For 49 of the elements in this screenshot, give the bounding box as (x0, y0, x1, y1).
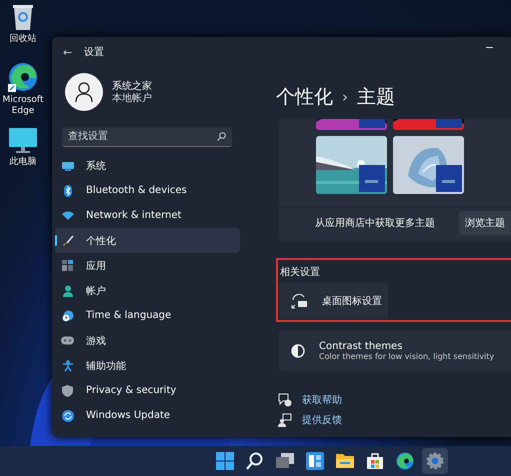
desktop-icon-label: 回收站 (10, 34, 36, 45)
nav-item[interactable]: 个性化 (55, 228, 240, 253)
desktop-icon-label: Microsoft Edge (2, 95, 44, 117)
page-title: 主题 (357, 85, 395, 110)
nav-item[interactable]: 游戏 (55, 328, 240, 353)
nav-icon (61, 360, 74, 372)
nav-item[interactable]: Windows Update (55, 403, 240, 428)
nav-icon (61, 284, 74, 296)
nav-item[interactable]: 帐户 (55, 278, 240, 303)
nav-icon (61, 260, 74, 272)
user-name: 系统之家 (112, 80, 152, 92)
window-title: 设置 (84, 46, 104, 59)
nav-item[interactable]: Bluetooth & devices (55, 178, 240, 203)
search-field[interactable]: 查找设置 (62, 127, 232, 147)
desktop-icon-settings-item[interactable]: 桌面图标设置 (279, 283, 388, 319)
nav-icon (61, 384, 74, 396)
gear-icon[interactable] (422, 448, 448, 474)
feedback-icon (278, 413, 292, 427)
back-button[interactable]: ← (63, 46, 72, 58)
browser-icon[interactable] (8, 62, 38, 92)
nav-item[interactable]: Privacy & security (55, 378, 240, 403)
breadcrumb-parent[interactable]: 个性化 (276, 84, 333, 110)
avatar-icon (65, 73, 103, 111)
search-icon (217, 132, 226, 141)
nav-icon (61, 160, 74, 170)
browse-themes-button[interactable]: 浏览主题 (459, 211, 511, 235)
contrast-icon (291, 344, 305, 358)
nav-icon (61, 310, 74, 322)
account-type: 本地帐户 (112, 92, 152, 104)
nav-item[interactable]: Network & internet (55, 203, 240, 228)
section-heading: 相关设置 (280, 266, 321, 277)
nav-icon (61, 234, 74, 246)
nav-icon (61, 184, 74, 196)
nav-icon (61, 210, 74, 220)
computer-icon[interactable] (9, 128, 37, 154)
desktop-icons-icon (291, 294, 308, 308)
link[interactable]: 获取帮助 (302, 393, 342, 407)
store-themes-text: 从应用商店中获取更多主题 (315, 216, 436, 230)
nav-item[interactable]: Time & language (55, 303, 240, 328)
nav-item[interactable]: 应用 (55, 253, 240, 278)
nav-item[interactable]: 辅助功能 (55, 353, 240, 378)
contrast-themes-item[interactable]: Contrast themes Color themes for low vision, light sensitivity (279, 330, 511, 371)
nav-icon (61, 336, 74, 345)
breadcrumb-separator: › (342, 88, 348, 106)
nav-icon (61, 410, 74, 422)
nav-item[interactable]: 系统 (55, 153, 240, 178)
desktop-icon-label: 此电脑 (10, 157, 36, 168)
help-icon (278, 393, 292, 407)
link[interactable]: 提供反馈 (302, 413, 342, 427)
